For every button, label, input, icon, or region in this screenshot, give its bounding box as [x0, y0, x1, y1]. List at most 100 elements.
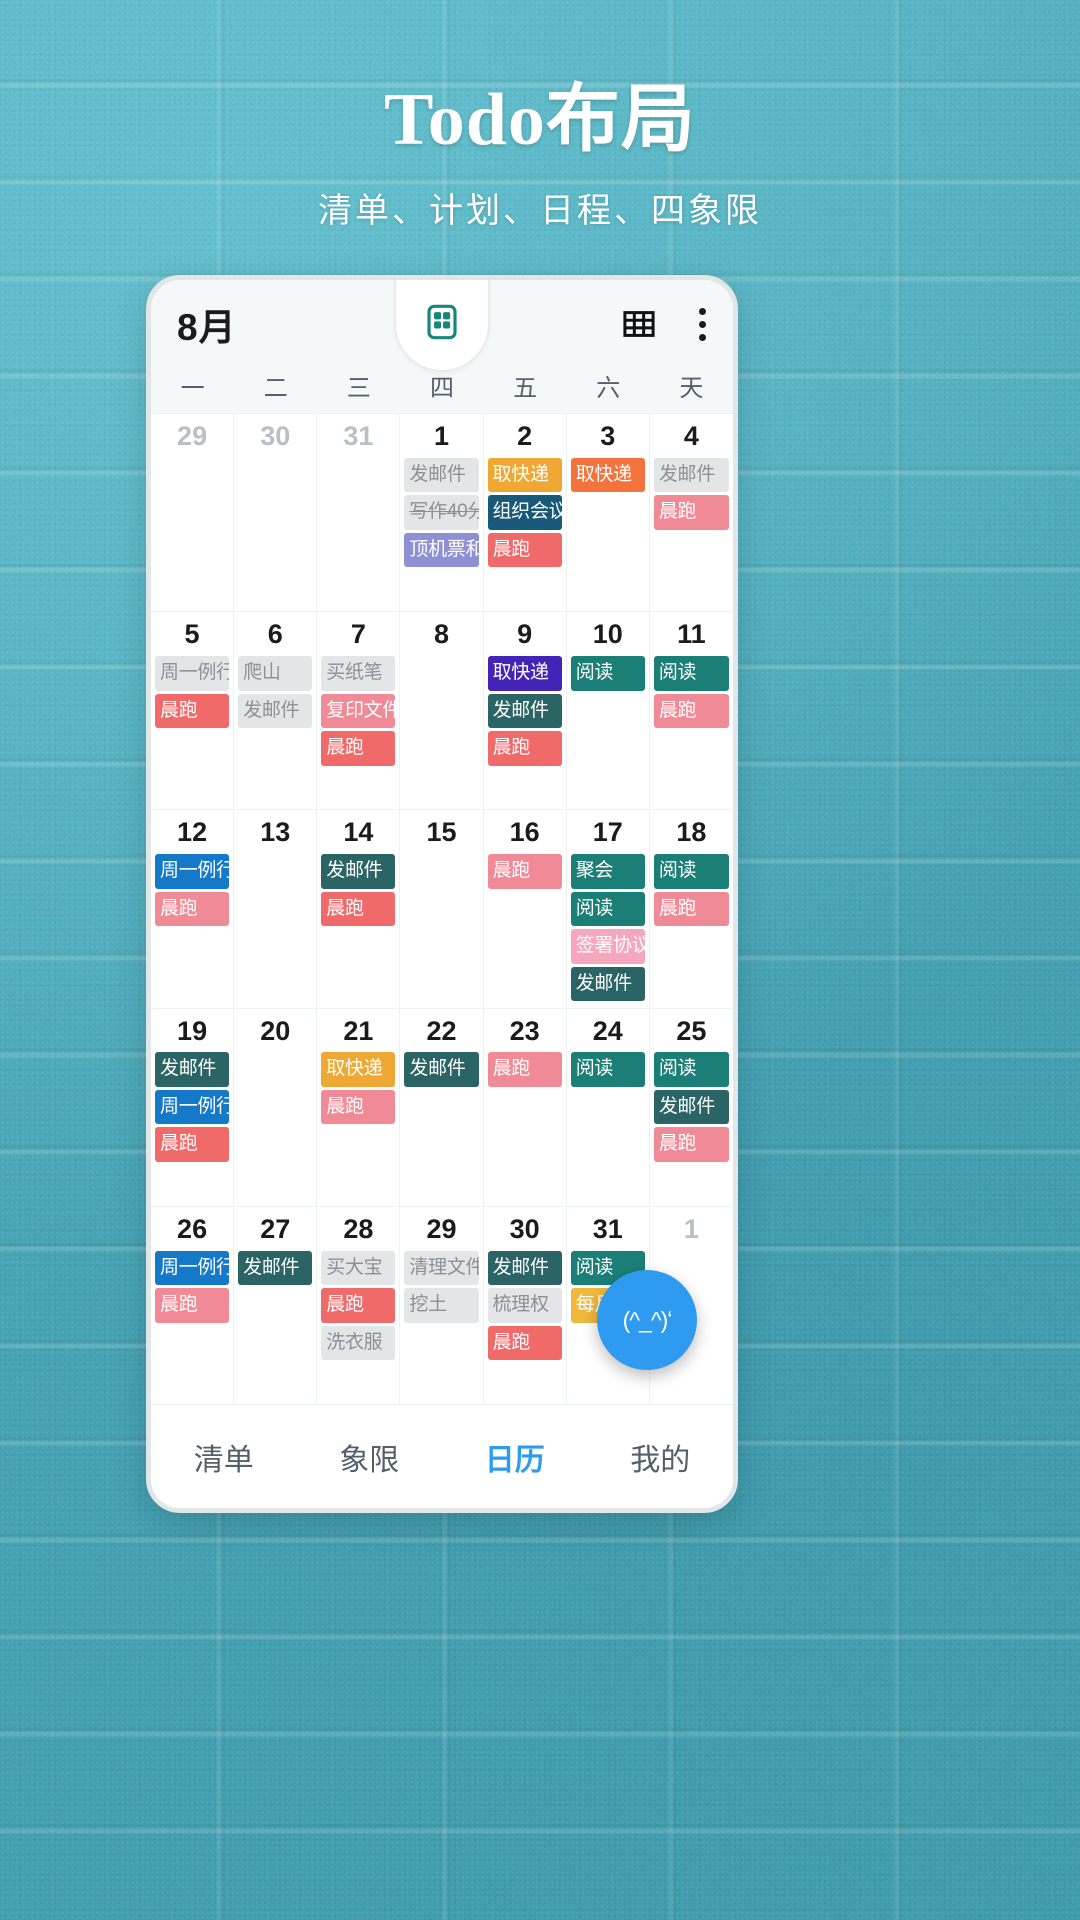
table-grid-icon[interactable]: [621, 306, 657, 342]
calendar-day-cell[interactable]: 25 阅读 发邮件 晨跑: [650, 1009, 733, 1206]
calendar-event-chip[interactable]: 发邮件: [238, 1250, 313, 1286]
calendar-event-chip[interactable]: 复印文件: [321, 693, 396, 729]
calendar-day-cell[interactable]: 29 清理文件 挖土: [400, 1206, 484, 1405]
calendar-day-cell[interactable]: 30: [234, 414, 318, 612]
calendar-event-chip[interactable]: 晨跑: [155, 891, 230, 927]
calendar-event-chip[interactable]: 洗衣服: [321, 1325, 396, 1361]
nav-item-0[interactable]: 清单: [151, 1435, 297, 1479]
app-screen-card: 8月 一 二 三 四 五 六 天 29 30 31 1 发邮件 写作40分 顶机…: [146, 275, 738, 1513]
calendar-day-cell[interactable]: 31: [317, 414, 401, 612]
add-task-fab[interactable]: (^_^)ʻ: [597, 1270, 697, 1370]
calendar-day-cell[interactable]: 28 买大宝 晨跑 洗衣服: [317, 1206, 401, 1405]
calendar-event-chip[interactable]: 晨跑: [321, 1089, 396, 1125]
calendar-day-cell[interactable]: 24 阅读: [567, 1008, 650, 1206]
calendar-day-cell[interactable]: 4 发邮件 晨跑: [650, 414, 733, 611]
calendar-event-chip[interactable]: 发邮件: [238, 693, 313, 729]
nav-item-1[interactable]: 象限: [297, 1435, 443, 1479]
calendar-event-chip[interactable]: 阅读: [570, 655, 645, 691]
calendar-day-cell[interactable]: 6 爬山 发邮件: [234, 612, 318, 810]
day-number: 6: [267, 619, 283, 650]
calendar-event-chip[interactable]: 发邮件: [404, 1052, 479, 1087]
day-number: 24: [592, 1015, 623, 1046]
calendar-event-chip[interactable]: 签署协议: [570, 929, 645, 964]
calendar-event-chip[interactable]: 晨跑: [653, 891, 729, 927]
calendar-event-chip[interactable]: 晨跑: [321, 731, 396, 766]
calendar-day-cell[interactable]: 21 取快递 晨跑: [317, 1008, 401, 1206]
calendar-event-chip[interactable]: 晨跑: [155, 1288, 230, 1323]
calendar-event-chip[interactable]: 晨跑: [487, 1052, 562, 1087]
calendar-day-cell[interactable]: 11 阅读 晨跑: [650, 612, 733, 809]
calendar-event-chip[interactable]: 取快递: [570, 457, 645, 493]
calendar-event-chip[interactable]: 阅读: [570, 891, 645, 927]
calendar-day-cell[interactable]: 23 晨跑: [484, 1008, 567, 1206]
calendar-day-cell[interactable]: 1 发邮件 写作40分 顶机票和: [400, 414, 484, 612]
calendar-day-cell[interactable]: 7 买纸笔 复印文件 晨跑: [317, 612, 401, 810]
calendar-event-chip[interactable]: 阅读: [653, 1052, 729, 1087]
calendar-event-chip[interactable]: 晨跑: [155, 693, 230, 729]
calendar-event-chip[interactable]: 顶机票和: [404, 532, 479, 568]
calendar-day-cell[interactable]: 17 聚会 阅读 签署协议 发邮件: [567, 810, 650, 1008]
calendar-event-chip[interactable]: 晨跑: [487, 731, 562, 766]
calendar-event-chip[interactable]: 买大宝: [321, 1250, 396, 1286]
calendar-event-chip[interactable]: 晨跑: [487, 532, 562, 568]
calendar-event-chip[interactable]: 买纸笔: [321, 655, 396, 691]
calendar-event-chip[interactable]: 周一例行: [155, 1250, 230, 1286]
calendar-week-row: 5 周一例行 晨跑 6 爬山 发邮件 7 买纸笔 复印文件 晨跑 8 9 取快递 发邮件 晨跑 10 阅读 11 阅…: [151, 611, 733, 810]
calendar-day-cell[interactable]: 10 阅读: [567, 612, 650, 810]
calendar-day-cell[interactable]: 19 发邮件 周一例行 晨跑: [151, 1008, 235, 1206]
calendar-day-cell[interactable]: 2 取快递 组织会议 晨跑: [484, 414, 567, 612]
more-vertical-icon[interactable]: [697, 307, 707, 341]
calendar-day-cell[interactable]: 29: [151, 414, 235, 612]
calendar-day-cell[interactable]: 18 阅读 晨跑: [650, 810, 733, 1007]
calendar-event-chip[interactable]: 写作40分: [404, 495, 479, 530]
calendar-event-chip[interactable]: 晨跑: [653, 1127, 729, 1162]
calendar-event-chip[interactable]: 周一例行: [155, 1089, 230, 1125]
calendar-event-chip[interactable]: 晨跑: [321, 891, 396, 927]
view-switch-tab[interactable]: [394, 280, 490, 372]
calendar-day-cell[interactable]: 3 取快递: [567, 414, 650, 612]
calendar-event-chip[interactable]: 晨跑: [653, 495, 729, 530]
nav-item-2[interactable]: 日历: [442, 1435, 588, 1479]
calendar-event-chip[interactable]: 晨跑: [487, 854, 562, 889]
calendar-event-chip[interactable]: 阅读: [653, 854, 729, 889]
calendar-event-chip[interactable]: 阅读: [570, 1052, 645, 1087]
calendar-day-cell[interactable]: 9 取快递 发邮件 晨跑: [484, 612, 567, 810]
calendar-event-chip[interactable]: 周一例行: [155, 655, 230, 691]
calendar-day-cell[interactable]: 13: [234, 810, 318, 1008]
nav-item-3[interactable]: 我的: [588, 1435, 734, 1479]
calendar-day-cell[interactable]: 8: [400, 612, 484, 810]
calendar-event-chip[interactable]: 发邮件: [321, 854, 396, 889]
calendar-event-chip[interactable]: 聚会: [570, 854, 645, 889]
calendar-day-cell[interactable]: 26 周一例行 晨跑: [151, 1206, 235, 1405]
calendar-day-cell[interactable]: 12 周一例行 晨跑: [151, 810, 235, 1008]
calendar-event-chip[interactable]: 发邮件: [570, 966, 645, 1002]
calendar-event-chip[interactable]: 发邮件: [653, 457, 729, 493]
calendar-day-cell[interactable]: 22 发邮件: [400, 1008, 484, 1206]
calendar-event-chip[interactable]: 周一例行: [155, 854, 230, 889]
calendar-event-chip[interactable]: 晨跑: [653, 693, 729, 729]
calendar-event-chip[interactable]: 晨跑: [155, 1127, 230, 1162]
calendar-event-chip[interactable]: 取快递: [487, 655, 562, 691]
calendar-event-chip[interactable]: 晨跑: [487, 1325, 562, 1361]
calendar-day-cell[interactable]: 27 发邮件: [234, 1206, 318, 1405]
calendar-event-chip[interactable]: 取快递: [487, 457, 562, 493]
calendar-event-chip[interactable]: 梳理权: [487, 1288, 562, 1323]
calendar-day-cell[interactable]: 15: [400, 810, 484, 1008]
calendar-day-cell[interactable]: 14 发邮件 晨跑: [317, 810, 401, 1008]
calendar-event-chip[interactable]: 阅读: [653, 655, 729, 691]
calendar-event-chip[interactable]: 清理文件: [404, 1250, 479, 1286]
calendar-event-chip[interactable]: 爬山: [238, 655, 313, 691]
calendar-day-cell[interactable]: 20: [234, 1008, 318, 1206]
calendar-event-chip[interactable]: 发邮件: [653, 1089, 729, 1125]
calendar-day-cell[interactable]: 16 晨跑: [484, 810, 567, 1008]
calendar-day-cell[interactable]: 30 发邮件 梳理权 晨跑: [484, 1206, 567, 1405]
calendar-event-chip[interactable]: 发邮件: [404, 457, 479, 493]
calendar-event-chip[interactable]: 发邮件: [155, 1052, 230, 1087]
calendar-event-chip[interactable]: 挖土: [404, 1288, 479, 1323]
calendar-event-chip[interactable]: 发邮件: [487, 693, 562, 729]
calendar-event-chip[interactable]: 晨跑: [321, 1288, 396, 1323]
calendar-event-chip[interactable]: 取快递: [321, 1052, 396, 1087]
calendar-day-cell[interactable]: 5 周一例行 晨跑: [151, 612, 235, 810]
calendar-event-chip[interactable]: 组织会议: [487, 495, 562, 530]
calendar-event-chip[interactable]: 发邮件: [487, 1250, 562, 1286]
